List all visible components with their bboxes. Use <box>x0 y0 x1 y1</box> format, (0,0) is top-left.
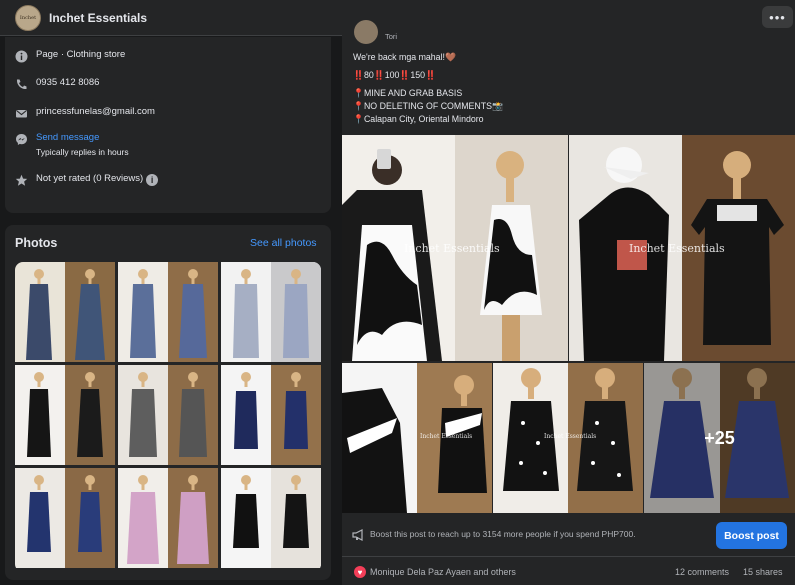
shares-count[interactable]: 15 shares <box>743 567 783 577</box>
boost-post-button[interactable]: Boost post <box>716 522 787 549</box>
reactors-text[interactable]: Monique Dela Paz Ayaen and others <box>370 567 516 577</box>
email-row: princessfunelas@gmail.com <box>15 106 155 120</box>
see-all-photos-link[interactable]: See all photos <box>250 237 317 249</box>
photo-watermark: Inchet Essentials <box>544 433 597 440</box>
post-photo[interactable]: Inchet Essentials <box>342 135 568 361</box>
photo-thumbnail[interactable] <box>221 365 321 465</box>
category-text: Page · Clothing store <box>36 49 126 60</box>
author-avatar[interactable] <box>354 20 378 44</box>
post-photo[interactable]: Inchet Essentials <box>493 363 643 513</box>
rating-info-icon[interactable]: i <box>146 174 159 186</box>
photo-thumbnail[interactable] <box>15 365 115 465</box>
category-row: Page · Clothing store <box>15 49 125 63</box>
phone-number[interactable]: 0935 412 8086 <box>36 77 99 88</box>
post-text-line: 📍NO DELETING OF COMMENTS📸 <box>353 101 503 111</box>
post-text-line: We're back mga mahal!🤎 <box>353 52 456 62</box>
more-photos-count: +25 <box>644 363 795 513</box>
rating-text: Not yet rated (0 Reviews) <box>36 173 144 184</box>
photos-title: Photos <box>15 236 58 250</box>
photos-grid <box>15 262 321 572</box>
photo-watermark: Inchet Essentials <box>404 242 500 255</box>
post-photo-more[interactable]: +25 <box>644 363 795 513</box>
photo-watermark: Inchet Essentials <box>420 433 473 440</box>
rating-block: Not yet rated (0 Reviews) i <box>36 173 159 186</box>
photo-thumbnail[interactable] <box>221 468 321 568</box>
photos-card: Photos See all photos <box>5 225 331 580</box>
post-author-name[interactable]: Tori <box>385 32 397 41</box>
comments-count[interactable]: 12 comments <box>675 567 729 577</box>
reactions-row: ♥ Monique Dela Paz Ayaen and others 12 c… <box>342 560 795 585</box>
megaphone-icon <box>352 528 365 546</box>
send-message-link[interactable]: Send message <box>36 132 99 143</box>
photo-thumbnail[interactable] <box>15 468 115 568</box>
photo-thumbnail[interactable] <box>15 262 115 362</box>
photo-thumbnail[interactable] <box>118 262 218 362</box>
messenger-row: Send message Typically replies in hours <box>15 132 129 157</box>
boost-row: Boost this post to reach up to 3154 more… <box>342 517 795 557</box>
page-avatar[interactable]: Inchet <box>15 5 41 31</box>
info-icon <box>15 50 28 63</box>
mail-icon <box>15 107 28 120</box>
post-text-line: 📍Calapan City, Oriental Mindoro <box>353 114 484 124</box>
phone-row: 0935 412 8086 <box>15 77 99 91</box>
post-photo[interactable]: Inchet Essentials <box>342 363 492 513</box>
photo-watermark: Inchet Essentials <box>629 242 725 255</box>
star-icon <box>15 174 28 187</box>
photo-thumbnail[interactable] <box>118 365 218 465</box>
post-text-line: 📍MINE AND GRAB BASIS <box>353 88 463 98</box>
phone-icon <box>15 78 28 91</box>
messenger-icon <box>15 133 28 146</box>
email-address[interactable]: princessfunelas@gmail.com <box>36 106 155 117</box>
post-card: Tori We're back mga mahal!🤎 ‼️80‼️100‼️1… <box>342 20 795 585</box>
page-name[interactable]: Inchet Essentials <box>49 11 147 25</box>
rating-row: Not yet rated (0 Reviews) i <box>15 173 159 187</box>
reply-time-note: Typically replies in hours <box>36 147 129 157</box>
heart-icon[interactable]: ♥ <box>354 566 366 578</box>
page-avatar-text: Inchet <box>19 15 37 21</box>
intro-card: Page · Clothing store 0935 412 8086 prin… <box>5 37 331 213</box>
more-options-button[interactable]: ••• <box>762 6 793 28</box>
post-photo[interactable]: Inchet Essentials <box>569 135 795 361</box>
messenger-block: Send message Typically replies in hours <box>36 132 129 157</box>
post-text-line: ‼️80‼️100‼️150‼️ <box>353 70 436 80</box>
photo-thumbnail[interactable] <box>221 262 321 362</box>
boost-description: Boost this post to reach up to 3154 more… <box>370 529 636 539</box>
photo-thumbnail[interactable] <box>118 468 218 568</box>
